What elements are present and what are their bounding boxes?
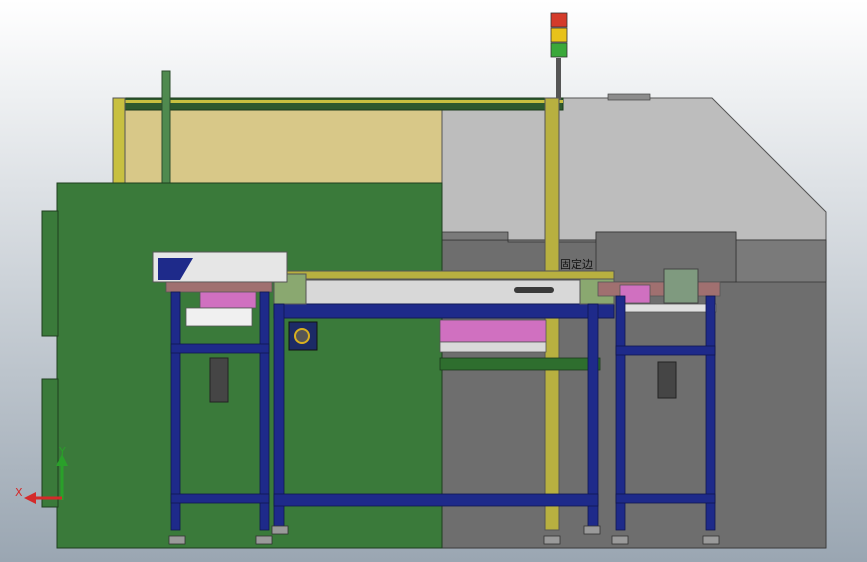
left-station-pink-part [199, 289, 257, 309]
right-station-base [597, 281, 721, 297]
signal-light-red [550, 12, 568, 28]
rear-pink-mechanism [439, 319, 547, 343]
top-beam-highlight [113, 100, 563, 103]
housing-top-vent [607, 93, 651, 101]
rear-green-rail [439, 357, 601, 371]
green-side-tab-top [41, 210, 59, 337]
fixed-side-label: 固定边 [560, 257, 593, 271]
signal-tower-pole [556, 58, 561, 100]
green-side-tab-bottom [41, 378, 59, 508]
conveyor-slot [514, 287, 554, 293]
right-station-plate [619, 303, 717, 313]
conveyor-top-rail [273, 270, 615, 280]
motor-hub [294, 328, 310, 344]
conveyor-bottom-rail [273, 303, 615, 319]
left-station-white-block [185, 307, 253, 327]
right-station-housing [663, 268, 699, 304]
left-station-base [165, 281, 273, 293]
vertical-pipe [161, 70, 171, 186]
top-beam [112, 97, 564, 111]
cad-drawing: 固定边 Y X [0, 0, 867, 562]
left-cylinder [209, 357, 229, 403]
green-panel [56, 182, 443, 549]
signal-light-yellow [550, 27, 568, 43]
rear-rail [439, 341, 547, 353]
x-axis-label: X [15, 486, 23, 499]
right-cylinder [657, 361, 677, 399]
y-axis-label: Y [58, 445, 66, 458]
signal-light-green [550, 42, 568, 58]
